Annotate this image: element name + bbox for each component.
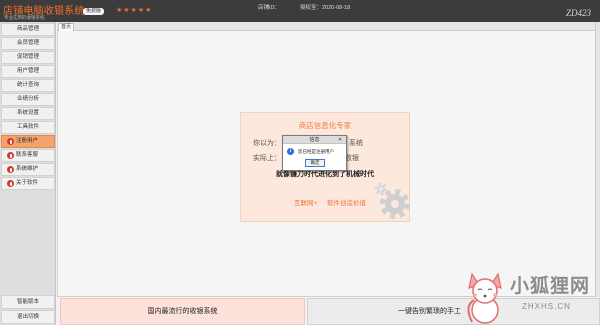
- dialog-title: 信息: [309, 137, 320, 143]
- edition-badge: 免费版: [83, 8, 105, 15]
- sidebar-item-switch[interactable]: 退出切换: [1, 310, 55, 324]
- promo-line2-right: 收银: [345, 155, 359, 162]
- footer-banner-right-text: 一键告别繁琐的手工: [398, 308, 461, 315]
- sidebar-item-performance[interactable]: 业绩分析: [1, 93, 55, 106]
- sidebar-item-version[interactable]: 智能版本: [1, 295, 55, 309]
- watermark-domain: ZHXHS.CN: [522, 302, 571, 311]
- scrollbar[interactable]: [595, 22, 600, 297]
- info-dialog: 信息 ✕ i 您已经是注册用户 确定: [282, 135, 347, 171]
- promo-slogan-internet: 互联网+: [294, 200, 318, 207]
- info-icon: i: [287, 148, 294, 155]
- sidebar-item-label: 联系客服: [16, 152, 39, 158]
- app-subtitle: 专业实用的收银系统: [4, 15, 45, 20]
- dialog-titlebar[interactable]: 信息 ✕: [283, 136, 346, 144]
- footer-banner-left: 国内最流行的收银系统: [60, 298, 305, 325]
- sidebar-item-tools[interactable]: 工具软件: [1, 121, 55, 134]
- sidebar-item-settings[interactable]: 系统设置: [1, 107, 55, 120]
- sidebar-item-about[interactable]: 关于软件: [1, 177, 55, 190]
- sidebar-item-users[interactable]: 用户管理: [1, 65, 55, 78]
- sidebar-item-products[interactable]: 商品管理: [1, 23, 55, 36]
- license-expiry: 授权至：2020-08-18: [300, 5, 351, 11]
- promo-line1-right: 系统: [349, 140, 363, 147]
- rating-stars: ★★★★★: [116, 7, 153, 14]
- dialog-message: 您已经是注册用户: [298, 149, 334, 154]
- sidebar: 商品管理 会员管理 促销管理 用户管理 统计查询 业绩分析 系统设置 工具软件 …: [0, 22, 56, 325]
- shop-id-label: 店铺ID：: [258, 5, 281, 11]
- close-icon[interactable]: ✕: [338, 136, 342, 144]
- fox-logo-icon: [467, 272, 502, 324]
- watermark: 小狐狸网 ZHXHS.CN: [460, 266, 600, 325]
- promo-slogan-value: 软件创造价值: [327, 200, 366, 207]
- promo-line1-left: 你以为：: [253, 140, 281, 147]
- maintenance-icon: [7, 166, 14, 173]
- app-code: ZD423: [566, 8, 592, 18]
- promo-line2-left: 实际上：: [253, 155, 281, 162]
- sidebar-item-label: 注册用户: [16, 138, 39, 144]
- title-bar: 店铺电脑收银系统 专业实用的收银系统 免费版 ★★★★★ 店铺ID： 授权至：2…: [0, 0, 600, 22]
- sidebar-item-support[interactable]: 联系客服: [1, 149, 55, 162]
- support-icon: [7, 152, 14, 159]
- sidebar-item-register[interactable]: 注册用户: [1, 135, 55, 148]
- ok-button[interactable]: 确定: [305, 159, 325, 167]
- about-icon: [7, 180, 14, 187]
- tab-home[interactable]: 首页: [58, 23, 74, 31]
- sidebar-item-label: 系统维护: [16, 166, 39, 172]
- watermark-name: 小狐狸网: [510, 276, 591, 297]
- sidebar-item-statistics[interactable]: 统计查询: [1, 79, 55, 92]
- tab-bar: [57, 22, 596, 31]
- sidebar-item-label: 关于软件: [16, 180, 39, 186]
- promo-title: 商店信息化专家: [298, 121, 352, 130]
- gear-icon: [374, 182, 410, 219]
- register-icon: [7, 138, 14, 145]
- sidebar-item-members[interactable]: 会员管理: [1, 37, 55, 50]
- sidebar-item-promotions[interactable]: 促销管理: [1, 51, 55, 64]
- sidebar-item-maintenance[interactable]: 系统维护: [1, 163, 55, 176]
